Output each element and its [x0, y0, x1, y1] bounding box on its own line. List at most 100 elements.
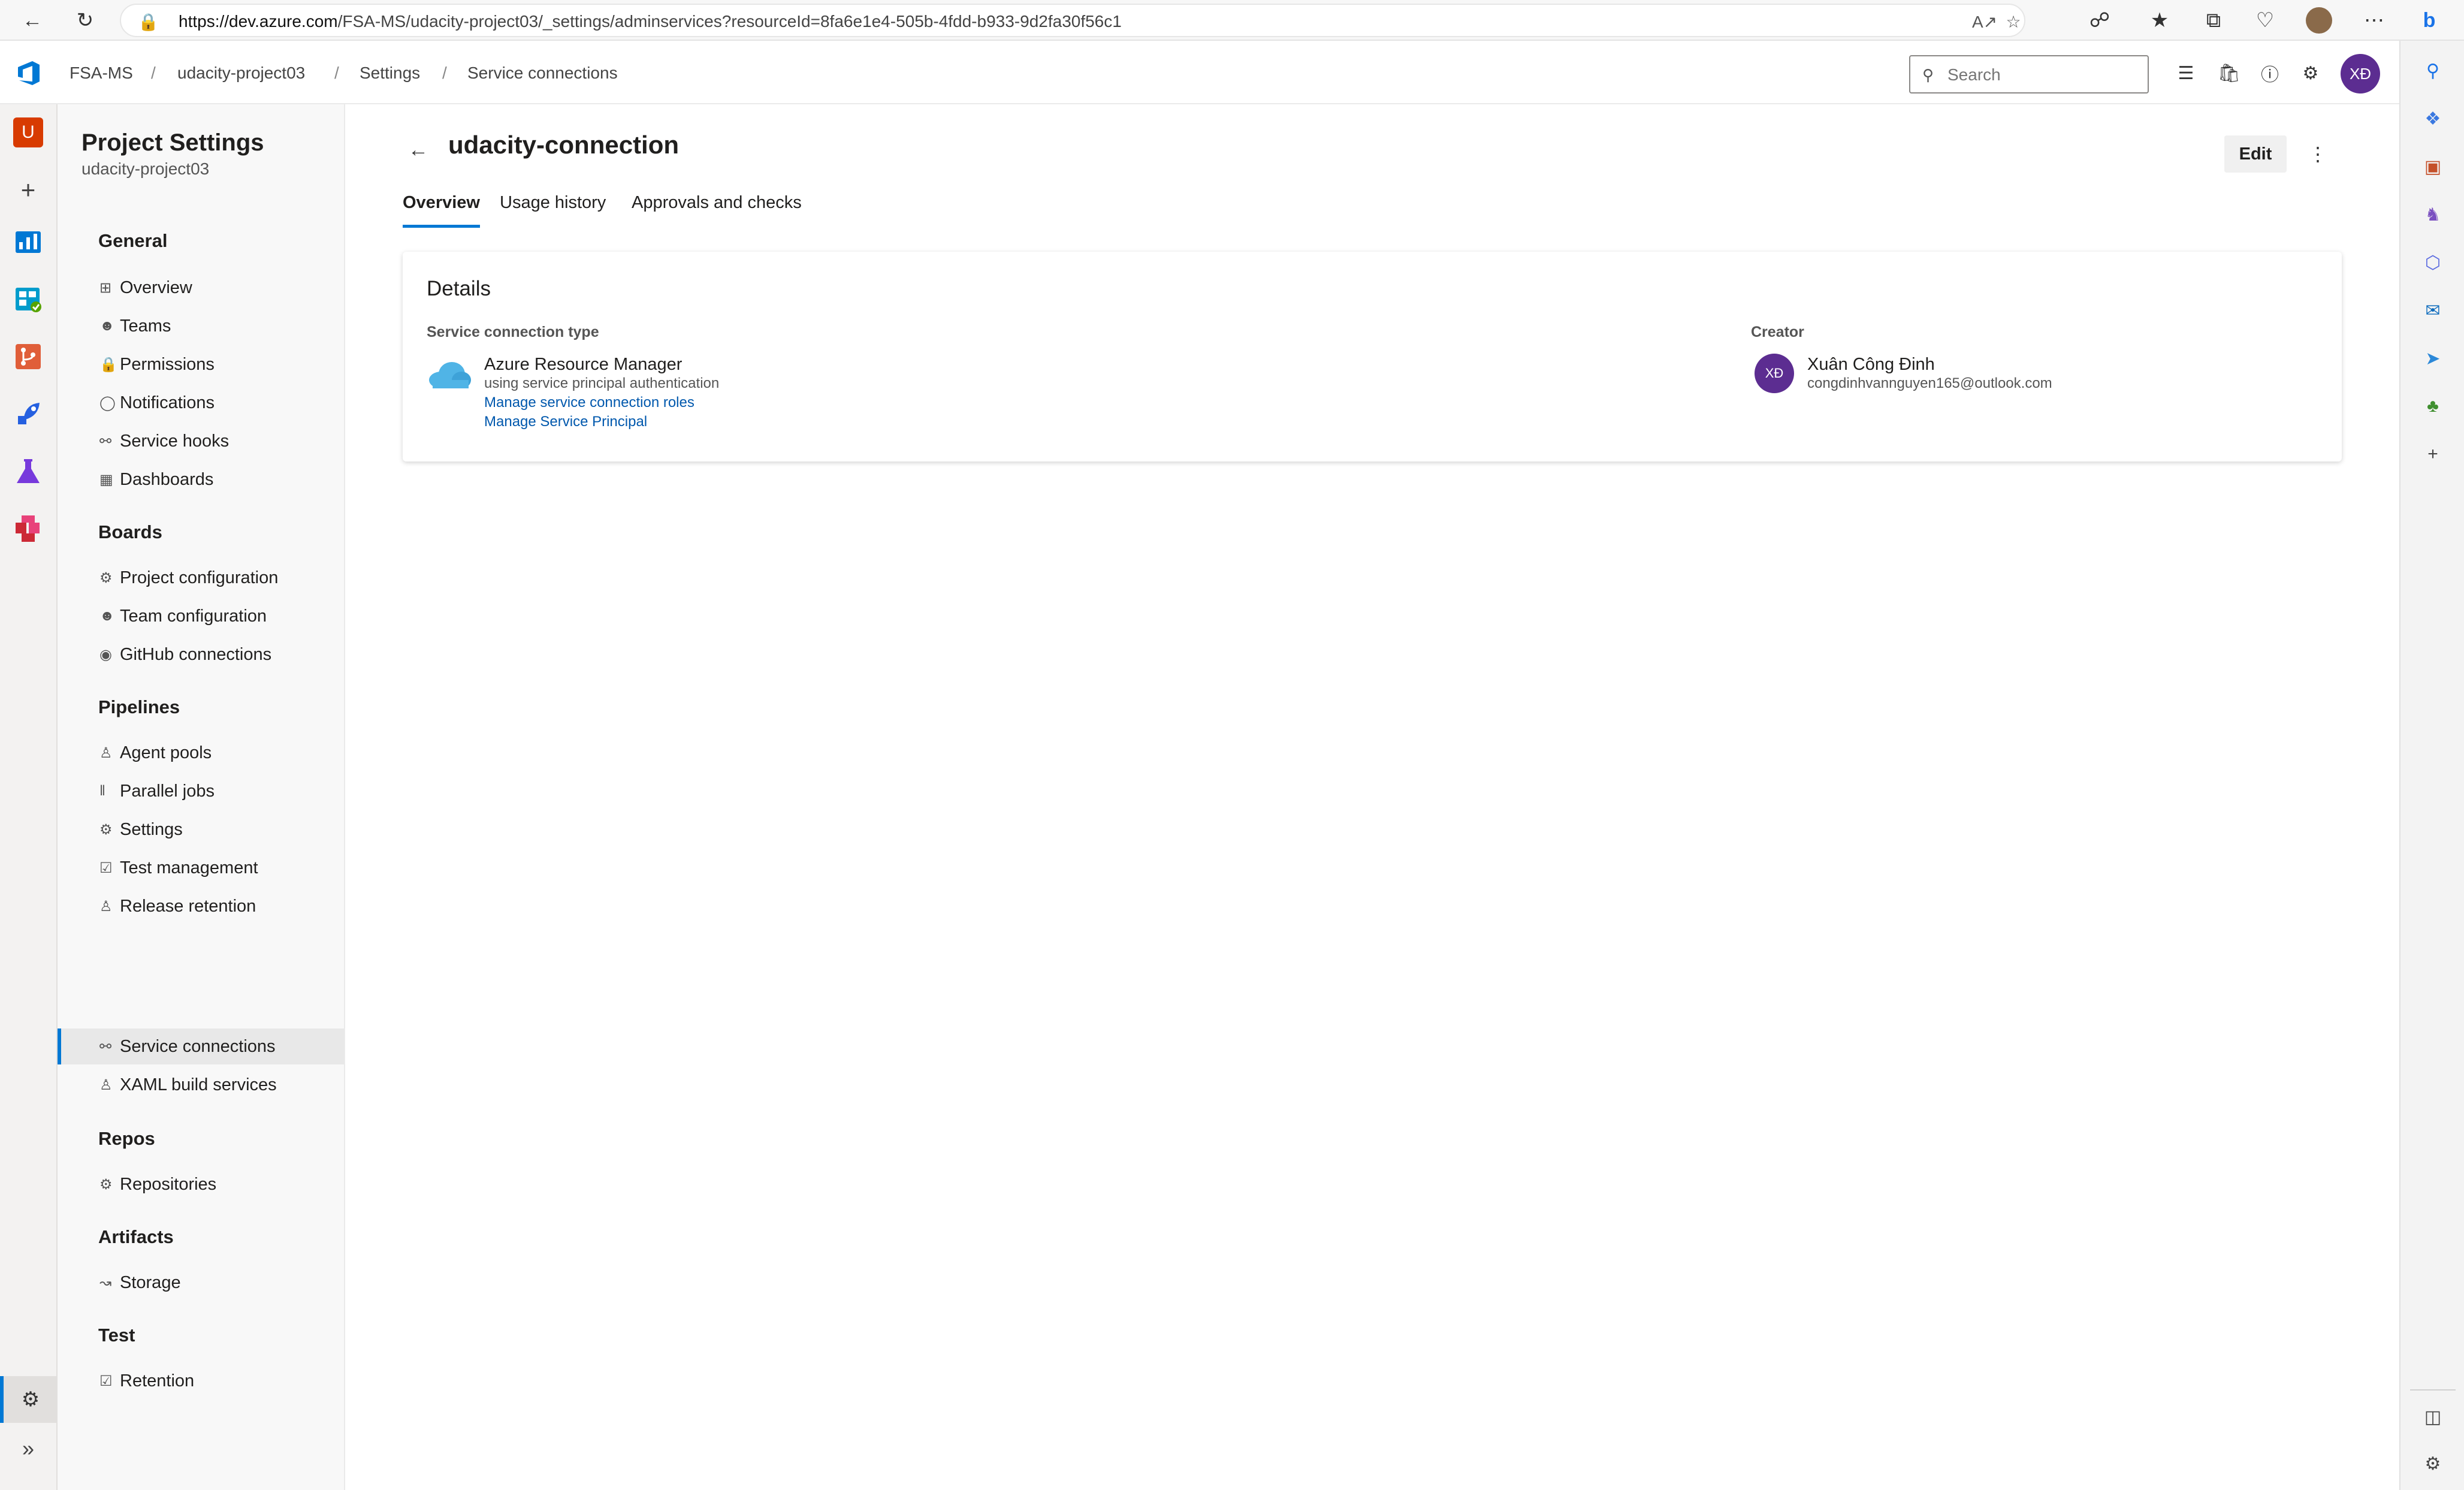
nav-section-general: General	[98, 230, 168, 251]
nav-title: Project Settings	[81, 129, 264, 156]
tab-approvals-and-checks[interactable]: Approvals and checks	[632, 193, 802, 225]
pipelines-icon[interactable]	[13, 399, 43, 429]
breadcrumb-settings[interactable]: Settings	[360, 64, 420, 83]
gear-icon[interactable]: ⚙	[2418, 1449, 2447, 1478]
test-plans-icon[interactable]	[13, 457, 43, 487]
new-plus-icon[interactable]: +	[13, 175, 43, 205]
bing-icon[interactable]: b	[2415, 6, 2444, 35]
overview-icon[interactable]	[13, 227, 43, 257]
shopping-tag-icon[interactable]: ❖	[2418, 104, 2447, 133]
nav-item-retention[interactable]: ☑ Retention	[58, 1363, 344, 1399]
health-icon[interactable]: ♡	[2251, 6, 2279, 35]
collections-icon[interactable]: ⧉	[2199, 6, 2228, 35]
read-aloud-icon[interactable]: A↗	[1972, 10, 1997, 34]
search-icon: ⚲	[1922, 66, 1934, 84]
tab-overview[interactable]: Overview	[403, 193, 480, 228]
repository-icon: ⚙	[99, 1176, 113, 1193]
work-items-list-icon[interactable]: ☰	[2173, 60, 2199, 86]
manage-service-connection-roles-link[interactable]: Manage service connection roles	[484, 394, 694, 411]
creator-label: Creator	[1751, 324, 1804, 340]
split-view-icon[interactable]: ◫	[2418, 1402, 2447, 1431]
back-arrow-icon[interactable]: ←	[405, 137, 431, 163]
address-bar[interactable]: 🔒 https://dev.azure.com/FSA-MS/udacity-p…	[120, 4, 2025, 37]
breadcrumb-project[interactable]: udacity-project03	[177, 64, 305, 83]
profile-icon[interactable]	[2305, 6, 2333, 35]
creator-avatar[interactable]: XĐ	[1755, 354, 1794, 393]
nav-item-repositories[interactable]: ⚙ Repositories	[58, 1166, 344, 1202]
breadcrumb-separator: /	[151, 64, 156, 82]
agent-icon: ♙	[99, 744, 113, 761]
manage-service-principal-link[interactable]: Manage Service Principal	[484, 414, 647, 430]
back-icon[interactable]: ←	[18, 6, 47, 35]
nav-item-agent-pools[interactable]: ♙ Agent pools	[58, 735, 344, 771]
url-path: /FSA-MS/udacity-project03/_settings/admi…	[337, 12, 1122, 31]
plug-icon: ⚯	[99, 433, 112, 450]
more-icon[interactable]: ⋯	[2360, 6, 2388, 35]
boards-icon[interactable]	[13, 284, 43, 314]
extensions-icon[interactable]: ☍	[2085, 6, 2114, 35]
nav-item-parallel-jobs[interactable]: ‖ Parallel jobs	[58, 773, 344, 809]
tools-briefcase-icon[interactable]: ▣	[2418, 152, 2447, 181]
help-icon[interactable]: ⓘ	[2257, 60, 2283, 86]
overview-grid-icon: ⊞	[99, 279, 112, 296]
nav-item-overview[interactable]: ⊞ Overview	[58, 270, 344, 306]
nav-section-boards: Boards	[98, 521, 162, 542]
tab-usage-history[interactable]: Usage history	[500, 193, 606, 225]
nav-item-service-connections[interactable]: ⚯ Service connections	[58, 1028, 344, 1064]
nav-item-permissions[interactable]: 🔒 Permissions	[58, 346, 344, 382]
favorites-icon[interactable]: ★	[2145, 6, 2174, 35]
lock-icon[interactable]: 🔒	[138, 12, 159, 32]
more-actions-icon[interactable]: ⋮	[2305, 139, 2331, 169]
project-settings-gear-icon[interactable]: ⚙	[0, 1376, 58, 1423]
nav-section-test: Test	[98, 1325, 135, 1346]
artifacts-icon[interactable]	[13, 514, 43, 544]
settings-nav: Project Settings udacity-project03 Gener…	[58, 104, 345, 1490]
nav-item-release-retention[interactable]: ♙ Release retention	[58, 888, 344, 924]
nav-item-teams[interactable]: ☻ Teams	[58, 308, 344, 344]
search-input[interactable]	[1946, 64, 2138, 86]
url-text[interactable]: https://dev.azure.com/FSA-MS/udacity-pro…	[179, 12, 1122, 31]
browser-toolbar: ← ↻ 🔒 https://dev.azure.com/FSA-MS/udaci…	[0, 0, 2464, 41]
add-plus-icon[interactable]: +	[2418, 440, 2447, 469]
search-icon[interactable]: ⚲	[2418, 56, 2447, 85]
search-box[interactable]: ⚲	[1909, 55, 2149, 93]
games-icon[interactable]: ♞	[2418, 200, 2447, 229]
azure-cloud-icon	[429, 362, 471, 388]
azure-devops-logo-icon[interactable]	[14, 59, 43, 88]
page-title: udacity-connection	[448, 131, 680, 159]
project-avatar[interactable]: U	[13, 117, 43, 147]
microsoft365-icon[interactable]: ⬡	[2418, 248, 2447, 277]
drop-send-icon[interactable]: ➤	[2418, 344, 2447, 373]
expand-chevron-icon[interactable]: »	[13, 1434, 43, 1464]
repos-icon[interactable]	[13, 342, 43, 372]
nav-item-notifications[interactable]: ◯ Notifications	[58, 385, 344, 421]
breadcrumb-service-connections[interactable]: Service connections	[467, 64, 618, 83]
app-rail: U + ⚙ »	[0, 104, 58, 1490]
tree-icon[interactable]: ♣	[2418, 392, 2447, 421]
nav-subtitle: udacity-project03	[81, 159, 210, 178]
nav-item-project-configuration[interactable]: ⚙ Project configuration	[58, 560, 344, 596]
nav-item-github-connections[interactable]: ◉ GitHub connections	[58, 637, 344, 672]
service-connection-type-label: Service connection type	[427, 324, 599, 340]
nav-section-pipelines: Pipelines	[98, 696, 180, 717]
marketplace-bag-icon[interactable]: 🛍	[2216, 60, 2242, 86]
edge-sidebar: ⚲ ❖ ▣ ♞ ⬡ ✉ ➤ ♣ + ◫ ⚙	[2399, 41, 2464, 1490]
creator-name: Xuân Công Đinh	[1807, 355, 1935, 374]
nav-item-service-hooks[interactable]: ⚯ Service hooks	[58, 423, 344, 459]
edit-button[interactable]: Edit	[2224, 135, 2287, 173]
avatar[interactable]: XĐ	[2341, 54, 2380, 93]
gear-icon: ⚙	[99, 821, 113, 838]
nav-item-test-management[interactable]: ☑ Test management	[58, 850, 344, 886]
favorite-star-icon[interactable]: ☆	[2001, 10, 2025, 34]
nav-item-xaml-build-services[interactable]: ♙ XAML build services	[58, 1067, 344, 1103]
nav-item-settings[interactable]: ⚙ Settings	[58, 812, 344, 847]
refresh-icon[interactable]: ↻	[71, 6, 99, 35]
creator-email: congdinhvannguyen165@outlook.com	[1807, 375, 2052, 391]
outlook-icon[interactable]: ✉	[2418, 296, 2447, 325]
nav-item-storage[interactable]: ↝ Storage	[58, 1265, 344, 1301]
github-icon: ◉	[99, 646, 112, 663]
nav-item-team-configuration[interactable]: ☻ Team configuration	[58, 598, 344, 634]
user-settings-icon[interactable]: ⚙	[2297, 60, 2324, 86]
breadcrumb-organization[interactable]: FSA-MS	[70, 64, 133, 83]
nav-item-dashboards[interactable]: ▦ Dashboards	[58, 462, 344, 497]
